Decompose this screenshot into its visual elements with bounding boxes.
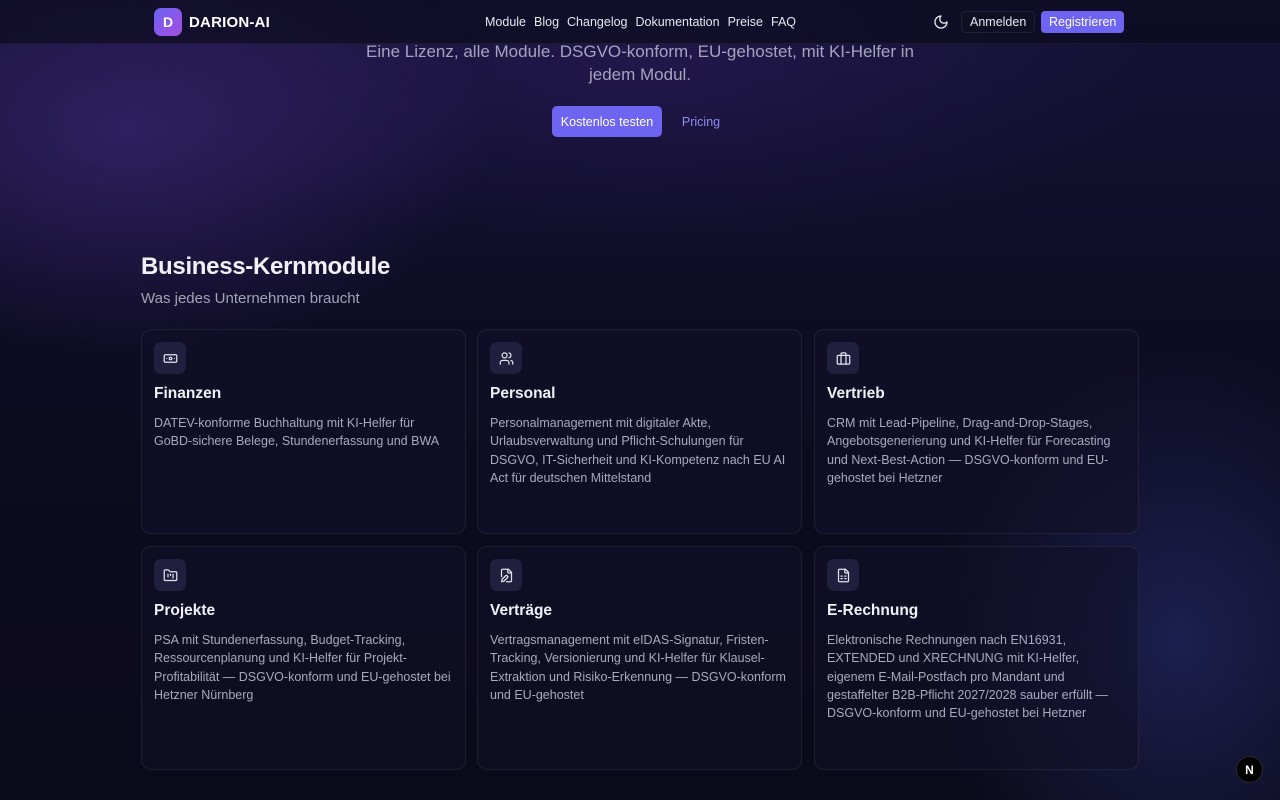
card-description: DATEV-konforme Buchhaltung mit KI-Helfer… [154,416,440,449]
nav-link-preise[interactable]: Preise [728,15,763,29]
card-title: Verträge [490,602,553,619]
card-description: Vertragsmanagement mit eIDAS-Signatur, F… [490,633,786,702]
free-trial-button[interactable]: Kostenlos testen [552,106,662,137]
card-title: Finanzen [154,385,222,402]
top-navbar: D DARION-AI Module Blog Changelog Dokume… [0,0,1280,44]
module-card-vertrieb[interactable]: Vertrieb CRM mit Lead-Pipeline, Drag-and… [814,329,1139,534]
card-title: Projekte [154,602,216,619]
main-nav: Module Blog Changelog Dokumentation Prei… [485,15,796,29]
users-icon [490,342,522,374]
module-card-finanzen[interactable]: Finanzen DATEV-konforme Buchhaltung mit … [141,329,466,534]
module-card-personal[interactable]: Personal Personalmanagement mit digitale… [477,329,802,534]
login-button[interactable]: Anmelden [961,11,1036,33]
card-title: Personal [490,385,556,402]
module-card-vertraege[interactable]: Verträge Vertragsmanagement mit eIDAS-Si… [477,546,802,770]
file-spreadsheet-icon [827,559,859,591]
card-title: E-Rechnung [827,602,919,619]
dev-tools-badge[interactable]: N [1236,756,1263,783]
section-title: Business-Kernmodule [141,253,391,280]
card-title: Vertrieb [827,385,885,402]
register-button[interactable]: Registrieren [1041,11,1125,33]
pricing-link[interactable]: Pricing [672,106,730,137]
module-card-e-rechnung[interactable]: E-Rechnung Elektronische Rechnungen nach… [814,546,1139,770]
banknote-icon [154,342,186,374]
card-description: Personalmanagement mit digitaler Akte, U… [490,416,786,485]
nav-link-changelog[interactable]: Changelog [567,15,627,29]
briefcase-icon [827,342,859,374]
section-subtitle: Was jedes Unternehmen braucht [141,290,360,307]
card-description: CRM mit Lead-Pipeline, Drag-and-Drop-Sta… [827,416,1111,485]
brand-logo[interactable]: D DARION-AI [154,8,270,36]
logo-text: DARION-AI [189,13,270,31]
nav-link-module[interactable]: Module [485,15,526,29]
nav-link-blog[interactable]: Blog [534,15,559,29]
page: D DARION-AI Module Blog Changelog Dokume… [0,0,1280,800]
folder-kanban-icon [154,559,186,591]
module-card-projekte[interactable]: Projekte PSA mit Stundenerfassung, Budge… [141,546,466,770]
moon-icon[interactable] [933,14,949,30]
card-description: Elektronische Rechnungen nach EN16931, E… [827,633,1109,721]
hero-subtitle: Eine Lizenz, alle Module. DSGVO-konform,… [366,42,914,84]
nav-link-faq[interactable]: FAQ [771,15,796,29]
nav-link-dokumentation[interactable]: Dokumentation [636,15,720,29]
file-pen-icon [490,559,522,591]
logo-mark: D [154,8,182,36]
card-description: PSA mit Stundenerfassung, Budget-Trackin… [154,633,451,702]
